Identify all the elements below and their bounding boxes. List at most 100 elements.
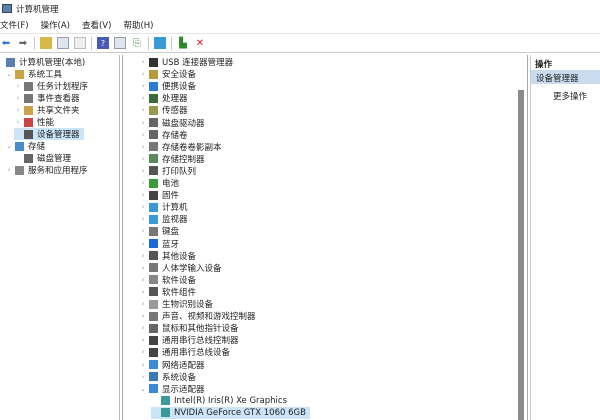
tree-item[interactable]: ⌄ 系统工具 bbox=[5, 68, 62, 80]
menu-item[interactable]: 文件(F) bbox=[0, 19, 29, 31]
back-icon[interactable]: ⬅ bbox=[0, 37, 12, 49]
chevron-right-icon[interactable]: › bbox=[139, 336, 147, 344]
view-icon[interactable] bbox=[114, 37, 126, 49]
chevron-right-icon[interactable]: › bbox=[139, 373, 147, 381]
chevron-right-icon[interactable]: › bbox=[139, 70, 147, 78]
forward-icon[interactable]: ➡ bbox=[17, 37, 29, 49]
device-item[interactable]: › 电池 bbox=[139, 177, 179, 189]
device-category-icon bbox=[149, 154, 158, 164]
chevron-right-icon[interactable]: › bbox=[14, 94, 22, 102]
tree-item[interactable]: › 共享文件夹 bbox=[14, 104, 80, 116]
device-item[interactable]: › 人体学输入设备 bbox=[139, 262, 222, 274]
device-item[interactable]: › 监视器 bbox=[139, 213, 188, 225]
device-item[interactable]: › USB 连接器管理器 bbox=[139, 56, 233, 68]
chevron-right-icon[interactable]: › bbox=[14, 106, 22, 114]
chevron-right-icon[interactable]: › bbox=[139, 106, 147, 114]
chevron-down-icon[interactable]: ⌄ bbox=[139, 385, 147, 393]
chevron-right-icon[interactable]: › bbox=[139, 312, 147, 320]
chevron-right-icon[interactable]: › bbox=[139, 143, 147, 151]
vertical-scrollbar[interactable] bbox=[518, 90, 524, 420]
device-item[interactable]: ⌄ 显示适配器 bbox=[139, 383, 205, 395]
device-item[interactable]: › 固件 bbox=[139, 189, 179, 201]
device-item[interactable]: › 打印队列 bbox=[139, 165, 196, 177]
menu-item[interactable]: 操作(A) bbox=[41, 19, 70, 31]
up-icon[interactable] bbox=[40, 37, 52, 49]
device-item[interactable]: › 软件设备 bbox=[139, 274, 196, 286]
show-hide-tree-icon[interactable] bbox=[57, 37, 69, 49]
device-item[interactable]: › 鼠标和其他指针设备 bbox=[139, 322, 239, 334]
help-icon[interactable]: ? bbox=[97, 37, 109, 49]
tree-item[interactable]: › 服务和应用程序 bbox=[5, 164, 88, 176]
chevron-right-icon[interactable]: › bbox=[139, 131, 147, 139]
tree-item[interactable]: 磁盘管理 bbox=[14, 152, 71, 164]
chevron-right-icon[interactable]: › bbox=[139, 203, 147, 211]
device-item[interactable]: › 磁盘驱动器 bbox=[139, 117, 205, 129]
chevron-right-icon[interactable]: › bbox=[139, 58, 147, 66]
device-item[interactable]: Intel(R) Iris(R) Xe Graphics bbox=[151, 395, 287, 407]
chevron-right-icon[interactable]: › bbox=[139, 240, 147, 248]
device-category-icon bbox=[149, 142, 158, 152]
chevron-right-icon[interactable]: › bbox=[14, 82, 22, 90]
menu-item[interactable]: 帮助(H) bbox=[123, 19, 153, 31]
device-item[interactable]: › 声音、视频和游戏控制器 bbox=[139, 310, 256, 322]
device-label: 磁盘驱动器 bbox=[162, 118, 205, 129]
device-item[interactable]: › 传感器 bbox=[139, 104, 188, 116]
properties-icon[interactable] bbox=[74, 37, 86, 49]
device-item[interactable]: › 生物识别设备 bbox=[139, 298, 213, 310]
device-item[interactable]: › 存储卷卷影副本 bbox=[139, 141, 222, 153]
action-device-manager[interactable]: 设备管理器 bbox=[531, 70, 600, 84]
chevron-right-icon[interactable]: › bbox=[139, 324, 147, 332]
menu-item[interactable]: 查看(V) bbox=[82, 19, 111, 31]
device-item[interactable]: › 安全设备 bbox=[139, 68, 196, 80]
tree-item[interactable]: ⌄ 存储 bbox=[5, 140, 45, 152]
chevron-right-icon[interactable]: › bbox=[139, 215, 147, 223]
chevron-right-icon[interactable]: › bbox=[139, 155, 147, 163]
device-item[interactable]: › 系统设备 bbox=[139, 371, 196, 383]
device-item[interactable]: › 存储控制器 bbox=[139, 153, 205, 165]
tree-item[interactable]: 计算机管理(本地) bbox=[0, 56, 85, 68]
chevron-right-icon[interactable]: › bbox=[139, 252, 147, 260]
chevron-right-icon[interactable]: › bbox=[14, 118, 22, 126]
device-item[interactable]: › 存储卷 bbox=[139, 129, 188, 141]
chevron-right-icon[interactable]: › bbox=[139, 288, 147, 296]
device-item[interactable]: › 软件组件 bbox=[139, 286, 196, 298]
device-item[interactable]: › 通用串行总线控制器 bbox=[139, 334, 239, 346]
chevron-right-icon[interactable]: › bbox=[139, 227, 147, 235]
device-item[interactable]: › 计算机 bbox=[139, 201, 188, 213]
chevron-down-icon[interactable]: ⌄ bbox=[5, 142, 13, 150]
device-category-icon bbox=[24, 81, 33, 91]
chevron-right-icon[interactable]: › bbox=[139, 179, 147, 187]
chevron-down-icon[interactable]: ⌄ bbox=[5, 70, 13, 78]
chevron-right-icon[interactable]: › bbox=[139, 300, 147, 308]
monitor-icon[interactable] bbox=[154, 37, 166, 49]
chevron-right-icon[interactable]: › bbox=[5, 166, 13, 174]
chevron-right-icon[interactable]: › bbox=[139, 191, 147, 199]
device-item[interactable]: › 便携设备 bbox=[139, 80, 196, 92]
chevron-right-icon[interactable]: › bbox=[139, 264, 147, 272]
device-item[interactable]: › 处理器 bbox=[139, 92, 188, 104]
menu-bar: 文件(F) 操作(A) 查看(V) 帮助(H) bbox=[0, 17, 600, 34]
chevron-right-icon[interactable]: › bbox=[139, 167, 147, 175]
device-item[interactable]: › 通用串行总线设备 bbox=[139, 346, 230, 358]
tree-item[interactable]: › 性能 bbox=[14, 116, 54, 128]
more-actions-link[interactable]: 更多操作 bbox=[553, 90, 587, 102]
tree-item[interactable]: 设备管理器 bbox=[14, 128, 84, 140]
device-item[interactable]: › 蓝牙 bbox=[139, 238, 179, 250]
tree-item[interactable]: › 任务计划程序 bbox=[14, 80, 88, 92]
chevron-right-icon[interactable]: › bbox=[139, 348, 147, 356]
device-item[interactable]: › 其他设备 bbox=[139, 250, 196, 262]
chevron-right-icon[interactable]: › bbox=[139, 361, 147, 369]
device-label: 固件 bbox=[162, 191, 180, 202]
chevron-right-icon[interactable]: › bbox=[139, 119, 147, 127]
chevron-right-icon[interactable]: › bbox=[139, 94, 147, 102]
device-item[interactable]: › 键盘 bbox=[139, 225, 179, 237]
tree-item[interactable]: › 事件查看器 bbox=[14, 92, 80, 104]
export-icon[interactable]: ⎘ bbox=[131, 37, 143, 49]
uninstall-icon[interactable]: ✕ bbox=[194, 37, 206, 49]
device-item[interactable]: NVIDIA GeForce GTX 1060 6GB bbox=[151, 406, 310, 419]
enable-device-icon[interactable]: ▙ bbox=[177, 37, 189, 49]
chevron-right-icon[interactable]: › bbox=[139, 82, 147, 90]
chevron-right-icon[interactable]: › bbox=[139, 276, 147, 284]
device-category-icon bbox=[149, 372, 158, 382]
device-item[interactable]: › 网络适配器 bbox=[139, 359, 205, 371]
